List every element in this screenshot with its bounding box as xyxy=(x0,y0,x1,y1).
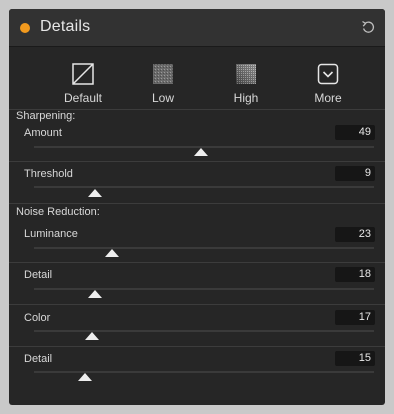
threshold-slider-thumb[interactable] xyxy=(88,189,103,197)
threshold-label: Threshold xyxy=(24,168,73,180)
preset-low-label: Low xyxy=(151,91,174,105)
color-label: Color xyxy=(24,312,51,324)
color-detail-slider-thumb[interactable] xyxy=(78,373,92,381)
chevron-down-square-icon xyxy=(317,63,339,85)
preset-default-label: Default xyxy=(63,91,103,105)
divider xyxy=(9,203,385,204)
divider xyxy=(9,161,385,162)
luminance-value-field[interactable]: 23 xyxy=(335,227,375,242)
divider xyxy=(9,346,385,347)
luminance-label: Luminance xyxy=(24,228,78,240)
preset-more-label: More xyxy=(314,91,342,105)
luminance-slider-track[interactable] xyxy=(34,247,374,249)
preset-default-button[interactable]: Default xyxy=(53,63,113,107)
luminance-detail-value-field[interactable]: 18 xyxy=(335,267,375,282)
amount-label: Amount xyxy=(24,127,62,139)
texture-high-icon xyxy=(236,64,256,84)
amount-value-field[interactable]: 49 xyxy=(335,125,375,140)
preset-low-button[interactable]: Low xyxy=(133,63,193,107)
luminance-detail-label: Detail xyxy=(24,269,53,281)
sharpening-heading: Sharpening: xyxy=(16,110,76,122)
panel-header[interactable]: Details xyxy=(9,9,385,47)
threshold-value-field[interactable]: 9 xyxy=(335,166,375,181)
slash-square-icon xyxy=(72,63,94,85)
luminance-detail-slider-thumb[interactable] xyxy=(88,290,103,298)
enable-dot-icon[interactable] xyxy=(20,23,30,33)
preset-high-button[interactable]: High xyxy=(216,63,276,107)
color-detail-value-field[interactable]: 15 xyxy=(335,351,375,366)
color-detail-label: Detail xyxy=(24,353,53,365)
panel-title: Details xyxy=(40,18,91,35)
amount-slider-thumb[interactable] xyxy=(193,148,208,156)
divider xyxy=(9,304,385,305)
threshold-slider-track[interactable] xyxy=(34,186,374,188)
divider xyxy=(9,262,385,263)
undo-arrow-icon[interactable] xyxy=(361,20,375,34)
preset-bar: Default Low High More xyxy=(9,47,385,109)
color-slider-thumb[interactable] xyxy=(84,332,99,340)
details-panel: Details Default Low High More Sharpening… xyxy=(9,9,385,405)
color-value-field[interactable]: 17 xyxy=(335,310,375,325)
noise-reduction-heading: Noise Reduction: xyxy=(16,206,100,218)
texture-low-icon xyxy=(153,64,173,84)
luminance-detail-slider-track[interactable] xyxy=(34,288,374,290)
preset-more-button[interactable]: More xyxy=(298,63,358,107)
luminance-slider-thumb[interactable] xyxy=(105,249,120,257)
preset-high-label: High xyxy=(233,91,259,105)
